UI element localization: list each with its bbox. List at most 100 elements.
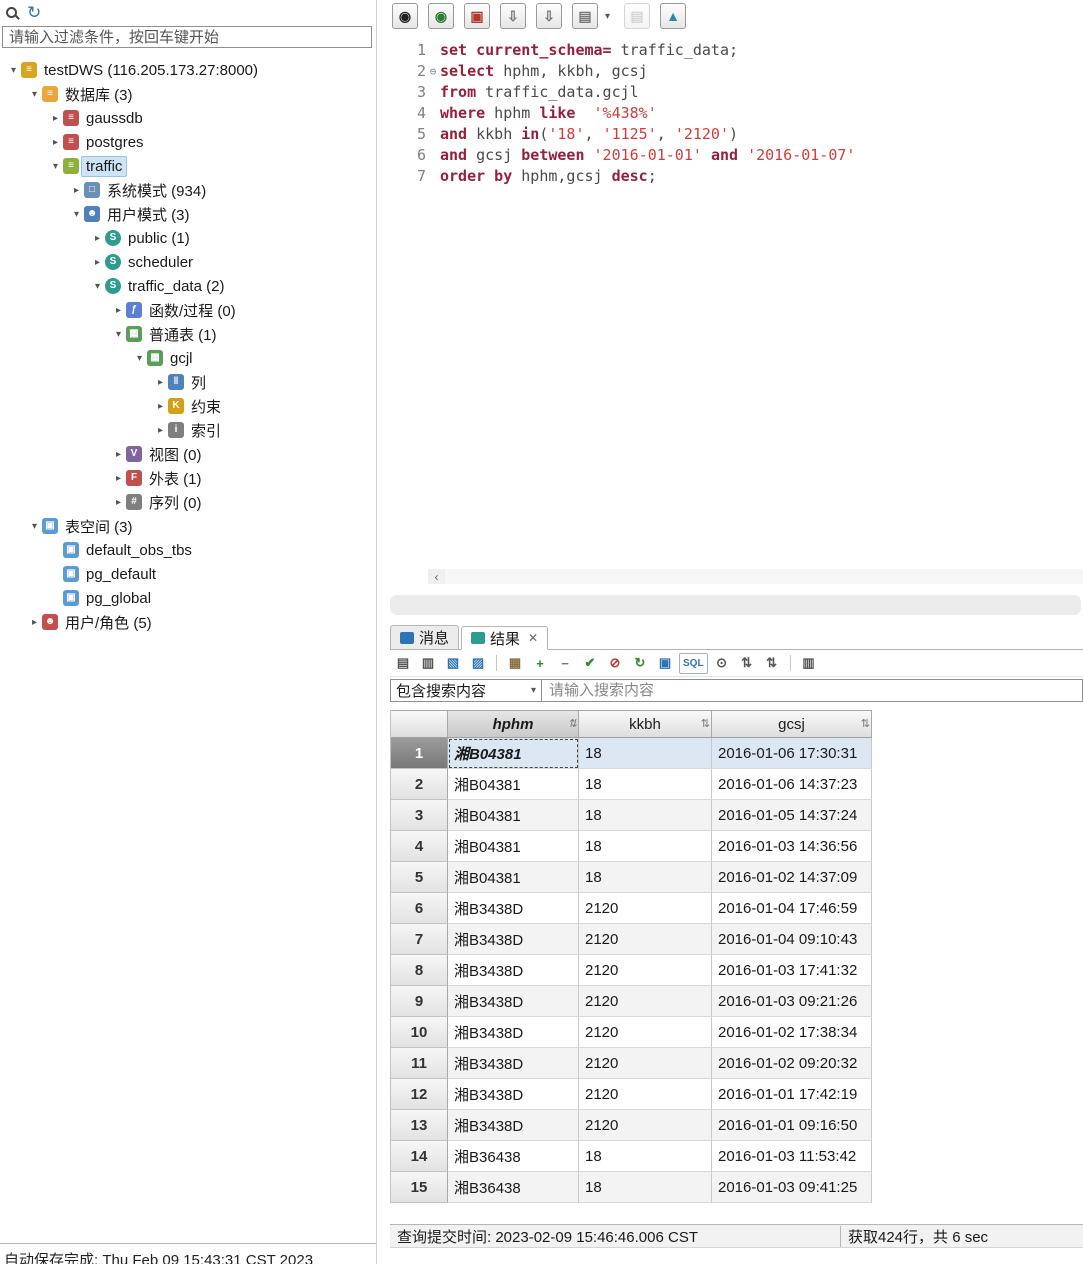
cell-kkbh[interactable]: 18	[579, 1172, 712, 1203]
table-row[interactable]: 11 湘B3438D 2120 2016-01-02 09:20:32	[391, 1048, 872, 1079]
chevron-collapsed-icon[interactable]: ▸	[48, 113, 63, 124]
row-number[interactable]: 4	[391, 831, 448, 862]
tree-item-scheduler[interactable]: ▸ Sscheduler	[0, 250, 376, 274]
chevron-collapsed-icon[interactable]: ▸	[153, 401, 168, 412]
tree-item-default-obs-tbs[interactable]: ▣ default_obs_tbs	[0, 538, 376, 562]
results-search-input[interactable]	[542, 679, 1083, 702]
editor-horizontal-scrollbar[interactable]: ‹	[428, 568, 1083, 585]
cell-kkbh[interactable]: 2120	[579, 893, 712, 924]
cell-kkbh[interactable]: 2120	[579, 1079, 712, 1110]
cell-gcsj[interactable]: 2016-01-03 14:36:56	[712, 831, 872, 862]
row-number[interactable]: 5	[391, 862, 448, 893]
tree-item-traffic-data[interactable]: ▾ Straffic_data (2)	[0, 274, 376, 298]
tree-item-views[interactable]: ▸ V 视图 (0)	[0, 442, 376, 466]
row-number[interactable]: 12	[391, 1079, 448, 1110]
cell-gcsj[interactable]: 2016-01-03 11:53:42	[712, 1141, 872, 1172]
tree-item-user-schemas[interactable]: ▾ ☻ 用户模式 (3)	[0, 202, 376, 226]
save-query-button[interactable]: ▣	[464, 3, 490, 29]
execute-new-tab-button[interactable]: ◉	[428, 3, 454, 29]
cell-kkbh[interactable]: 18	[579, 1141, 712, 1172]
cell-kkbh[interactable]: 2120	[579, 924, 712, 955]
row-number[interactable]: 11	[391, 1048, 448, 1079]
tree-item-pg-global[interactable]: ▣ pg_global	[0, 586, 376, 610]
sort-icon[interactable]: ⇅	[568, 717, 577, 730]
chevron-expanded-icon[interactable]: ▾	[27, 89, 42, 100]
chevron-collapsed-icon[interactable]: ▸	[111, 305, 126, 316]
column-header-gcsj[interactable]: gcsj ⇅	[712, 710, 872, 738]
export-query-button[interactable]: ⇩	[500, 3, 526, 29]
export-all-queries-button[interactable]: ⇩	[536, 3, 562, 29]
tree-item-gcjl[interactable]: ▾ ▦ gcjl	[0, 346, 376, 370]
export-all-results-icon[interactable]: ▥	[417, 653, 439, 674]
insert-row-icon[interactable]: +	[529, 653, 551, 674]
table-row[interactable]: 12 湘B3438D 2120 2016-01-01 17:42:19	[391, 1079, 872, 1110]
tree-filter-input[interactable]	[2, 26, 372, 48]
export-result-icon[interactable]: ▤	[392, 653, 414, 674]
cell-kkbh[interactable]: 18	[579, 738, 712, 769]
cell-gcsj[interactable]: 2016-01-04 09:10:43	[712, 924, 872, 955]
sort-descending-icon[interactable]: ⇅	[761, 653, 783, 674]
chevron-expanded-icon[interactable]: ▾	[90, 281, 105, 292]
code-line[interactable]: 3 from traffic_data.gcjl	[390, 82, 1083, 103]
cell-hphm[interactable]: 湘B04381	[448, 800, 579, 831]
refresh-icon[interactable]: ↻	[27, 4, 41, 21]
chevron-collapsed-icon[interactable]: ▸	[153, 425, 168, 436]
chevron-expanded-icon[interactable]: ▾	[48, 161, 63, 172]
table-row[interactable]: 8 湘B3438D 2120 2016-01-03 17:41:32	[391, 955, 872, 986]
sort-icon[interactable]: ⇅	[701, 717, 710, 730]
row-number[interactable]: 15	[391, 1172, 448, 1203]
cell-kkbh[interactable]: 18	[579, 862, 712, 893]
table-row[interactable]: 10 湘B3438D 2120 2016-01-02 17:38:34	[391, 1017, 872, 1048]
cell-kkbh[interactable]: 2120	[579, 1048, 712, 1079]
tree-item-gaussdb[interactable]: ▸ ≡ gaussdb	[0, 106, 376, 130]
table-row[interactable]: 5 湘B04381 18 2016-01-02 14:37:09	[391, 862, 872, 893]
close-icon[interactable]: ✕	[528, 631, 538, 645]
chevron-collapsed-icon[interactable]: ▸	[69, 185, 84, 196]
cell-gcsj[interactable]: 2016-01-05 14:37:24	[712, 800, 872, 831]
search-grid-icon[interactable]: ⊙	[711, 653, 733, 674]
chevron-collapsed-icon[interactable]: ▸	[153, 377, 168, 388]
column-header-hphm[interactable]: hphm ⇅	[448, 710, 579, 738]
copy-result-button[interactable]: ▤	[572, 3, 598, 29]
show-in-editor-icon[interactable]: ▣	[654, 653, 676, 674]
chevron-collapsed-icon[interactable]: ▸	[48, 137, 63, 148]
tree-item-columns[interactable]: ▸ ‖ 列	[0, 370, 376, 394]
cell-gcsj[interactable]: 2016-01-02 14:37:09	[712, 862, 872, 893]
cell-kkbh[interactable]: 18	[579, 831, 712, 862]
cell-hphm[interactable]: 湘B04381	[448, 769, 579, 800]
row-number[interactable]: 1	[391, 738, 448, 769]
cell-hphm[interactable]: 湘B04381	[448, 862, 579, 893]
cell-gcsj[interactable]: 2016-01-03 09:21:26	[712, 986, 872, 1017]
row-number[interactable]: 10	[391, 1017, 448, 1048]
cell-hphm[interactable]: 湘B3438D	[448, 986, 579, 1017]
delete-row-icon[interactable]: −	[554, 653, 576, 674]
row-number[interactable]: 8	[391, 955, 448, 986]
code-line[interactable]: 6 and gcsj between '2016-01-01' and '2016…	[390, 145, 1083, 166]
row-number[interactable]: 14	[391, 1141, 448, 1172]
row-number[interactable]: 6	[391, 893, 448, 924]
chevron-expanded-icon[interactable]: ▾	[132, 353, 147, 364]
tree-item-indexes[interactable]: ▸ i 索引	[0, 418, 376, 442]
cell-hphm[interactable]: 湘B36438	[448, 1141, 579, 1172]
row-number[interactable]: 7	[391, 924, 448, 955]
sql-editor[interactable]: 1 set current_schema= traffic_data; 2 ⊖ sele…	[390, 32, 1083, 585]
chevron-collapsed-icon[interactable]: ▸	[111, 449, 126, 460]
cell-hphm[interactable]: 湘B3438D	[448, 893, 579, 924]
sort-icon[interactable]: ⇅	[861, 717, 870, 730]
cell-gcsj[interactable]: 2016-01-03 17:41:32	[712, 955, 872, 986]
tree-item-sequences[interactable]: ▸ # 序列 (0)	[0, 490, 376, 514]
execute-button[interactable]: ◉	[392, 3, 418, 29]
row-number[interactable]: 9	[391, 986, 448, 1017]
copy-result-button-caret-icon[interactable]: ▾	[601, 3, 614, 29]
table-row[interactable]: 13 湘B3438D 2120 2016-01-01 09:16:50	[391, 1110, 872, 1141]
code-line[interactable]: 2 ⊖ select hphm, kkbh, gcsj	[390, 61, 1083, 82]
chevron-collapsed-icon[interactable]: ▸	[27, 617, 42, 628]
table-row[interactable]: 6 湘B3438D 2120 2016-01-04 17:46:59	[391, 893, 872, 924]
tree-item-databases[interactable]: ▾ ≡ 数据库 (3)	[0, 82, 376, 106]
table-row[interactable]: 9 湘B3438D 2120 2016-01-03 09:21:26	[391, 986, 872, 1017]
cell-hphm[interactable]: 湘B3438D	[448, 1110, 579, 1141]
tree-item-public[interactable]: ▸ Spublic (1)	[0, 226, 376, 250]
cell-kkbh[interactable]: 2120	[579, 1017, 712, 1048]
tab-结果[interactable]: 结果 ✕	[461, 626, 549, 650]
cell-gcsj[interactable]: 2016-01-02 17:38:34	[712, 1017, 872, 1048]
